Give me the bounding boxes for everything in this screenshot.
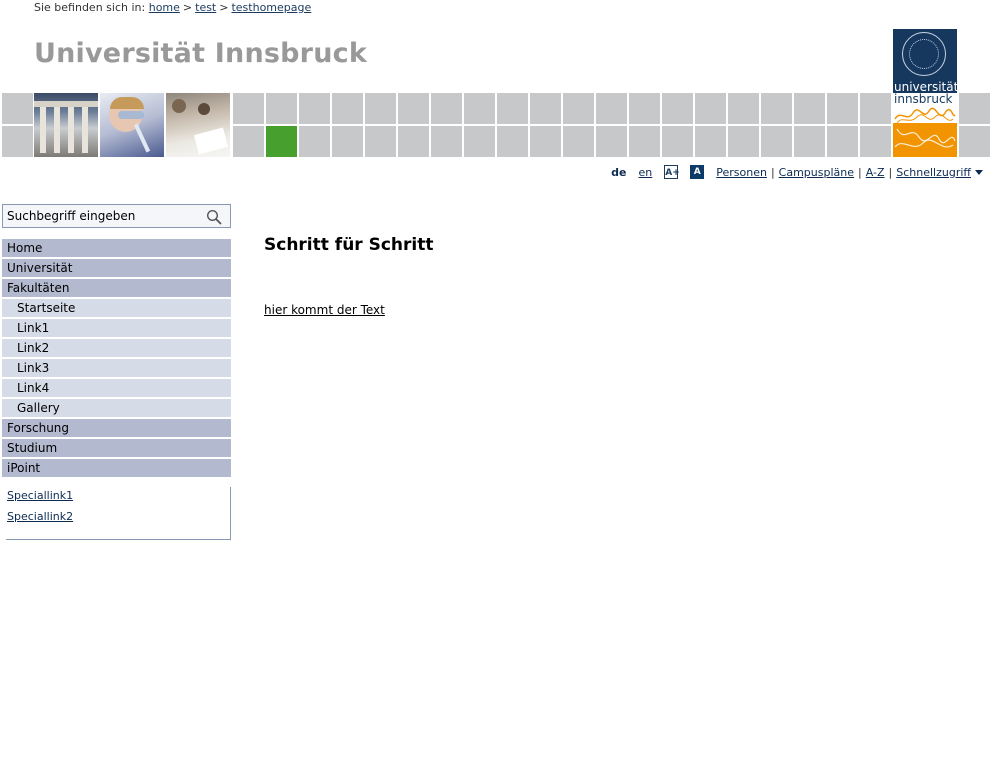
header-tile: [398, 93, 429, 124]
nav-item-forschung[interactable]: Forschung: [2, 419, 231, 437]
header-tile: [959, 126, 990, 157]
header-tile: [662, 126, 693, 157]
breadcrumb-link-home[interactable]: home: [149, 1, 180, 14]
utility-divider: |: [770, 165, 775, 179]
header-tile: [761, 93, 792, 124]
special-link-2[interactable]: Speciallink2: [7, 510, 73, 523]
content-text-link[interactable]: hier kommt der Text: [264, 303, 385, 317]
link-a-z[interactable]: A-Z: [866, 166, 885, 179]
header-tile: [530, 126, 561, 157]
header-tile: [596, 93, 627, 124]
nav-subitem-gallery[interactable]: Gallery: [2, 399, 231, 417]
header-tile: [233, 93, 264, 124]
breadcrumb-link-testhomepage[interactable]: testhomepage: [231, 1, 311, 14]
header-tile: [827, 93, 858, 124]
special-links-box: Speciallink1 Speciallink2: [6, 487, 231, 540]
page-heading: Schritt für Schritt: [264, 235, 434, 255]
search-icon[interactable]: [206, 209, 222, 225]
header-tile: [497, 93, 528, 124]
header-tile: [563, 93, 594, 124]
nav-subitem-link1[interactable]: Link1: [2, 319, 231, 337]
header-tile-accent: [266, 126, 297, 157]
utility-divider: |: [888, 165, 893, 179]
breadcrumb-prefix: Sie befinden sich in:: [34, 1, 146, 14]
header-tile: [233, 126, 264, 157]
logo-wordmark-line2: innsbruck: [894, 92, 953, 106]
language-en-link[interactable]: en: [639, 166, 653, 179]
language-de[interactable]: de: [611, 166, 626, 179]
header-tile: [299, 126, 330, 157]
nav-subitem-link3[interactable]: Link3: [2, 359, 231, 377]
header-tile: [299, 93, 330, 124]
header-tile: [365, 126, 396, 157]
site-title[interactable]: Universität Innsbruck: [34, 38, 367, 69]
header-tile: [398, 126, 429, 157]
header-tile: [431, 93, 462, 124]
header-tile: [728, 126, 759, 157]
utility-bar: de en A+ A Personen | Campuspläne | A-Z …: [611, 165, 983, 179]
nav-subitem-link4[interactable]: Link4: [2, 379, 231, 397]
special-link-1[interactable]: Speciallink1: [7, 489, 73, 502]
logo-lower-panel: innsbruck: [893, 93, 957, 157]
link-personen[interactable]: Personen: [716, 166, 767, 179]
font-size-increase-button[interactable]: A+: [664, 165, 680, 179]
search-input[interactable]: [7, 207, 202, 225]
header-tile: [332, 126, 363, 157]
university-logo[interactable]: universität innsbruck: [893, 29, 958, 157]
nav-item-home[interactable]: Home: [2, 239, 231, 257]
header-tile: [761, 126, 792, 157]
header-tile: [332, 93, 363, 124]
header-tile: [662, 93, 693, 124]
header-tile: [464, 93, 495, 124]
header-tile: [695, 93, 726, 124]
breadcrumb-separator: >: [182, 1, 193, 14]
link-campusplaene[interactable]: Campuspläne: [779, 166, 854, 179]
header-tile: [728, 93, 759, 124]
header-tile: [563, 126, 594, 157]
header-tile: [2, 126, 33, 157]
header-photo-building: [34, 93, 98, 157]
header-tile: [827, 126, 858, 157]
header-tile: [431, 126, 462, 157]
logo-orange-panel: [893, 123, 957, 157]
header-tile: [497, 126, 528, 157]
nav-item-universitaet[interactable]: Universität: [2, 259, 231, 277]
header-tile: [2, 93, 33, 124]
header-photo-researcher: [100, 93, 164, 157]
seal-icon: [902, 32, 946, 76]
breadcrumb-link-test[interactable]: test: [195, 1, 216, 14]
logo-blue-panel: universität: [893, 29, 958, 93]
nav-item-studium[interactable]: Studium: [2, 439, 231, 457]
nav-item-ipoint[interactable]: iPoint: [2, 459, 231, 477]
logo-squiggle-icon: [894, 107, 956, 124]
font-size-normal-button[interactable]: A: [690, 165, 705, 179]
nav-item-fakultaeten[interactable]: Fakultäten: [2, 279, 231, 297]
header-tile: [596, 126, 627, 157]
header-tile: [266, 93, 297, 124]
logo-scribble-icon: [894, 128, 956, 148]
header-tile: [794, 93, 825, 124]
header-tile: [530, 93, 561, 124]
header-tile: [860, 126, 891, 157]
header-tile: [959, 93, 990, 124]
caret-down-icon[interactable]: [975, 169, 983, 175]
header-tile: [860, 93, 891, 124]
quick-access-dropdown[interactable]: Schnellzugriff: [896, 166, 971, 179]
utility-divider: |: [858, 165, 862, 179]
header-tile: [629, 93, 660, 124]
nav-subitem-startseite[interactable]: Startseite: [2, 299, 231, 317]
nav-subitem-link2[interactable]: Link2: [2, 339, 231, 357]
sidebar-nav: Home Universität Fakultäten Startseite L…: [2, 239, 231, 479]
header-tile: [695, 126, 726, 157]
search-box: [2, 204, 231, 228]
breadcrumb: Sie befinden sich in: home > test > testhome…: [34, 1, 311, 14]
header-tile: [629, 126, 660, 157]
header-tile: [365, 93, 396, 124]
header-tile: [464, 126, 495, 157]
header-photo-students: [166, 93, 230, 157]
header-tile: [794, 126, 825, 157]
breadcrumb-separator: >: [219, 1, 229, 14]
